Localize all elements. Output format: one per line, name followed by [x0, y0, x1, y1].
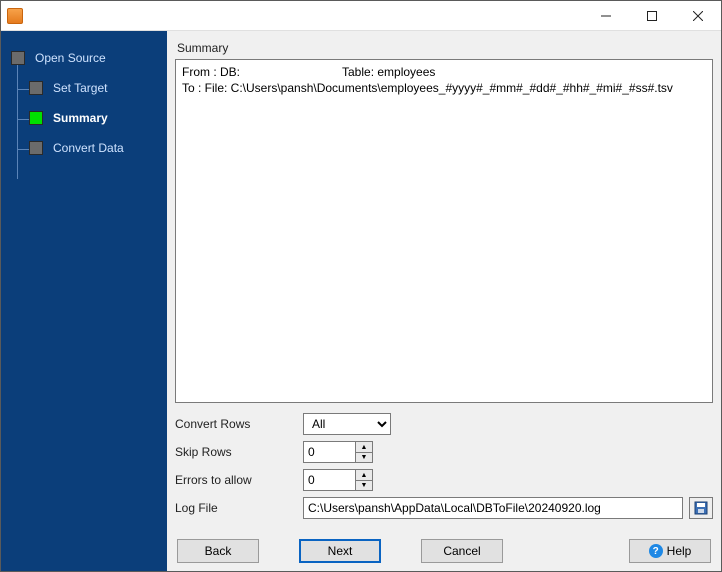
step-convert-data[interactable]: Convert Data	[1, 135, 167, 161]
help-icon: ?	[649, 544, 663, 558]
log-file-label: Log File	[175, 501, 293, 515]
maximize-button[interactable]	[629, 1, 675, 30]
convert-rows-label: Convert Rows	[175, 417, 293, 431]
app-icon	[7, 8, 23, 24]
skip-rows-spinner: ▲ ▼	[303, 441, 373, 463]
skip-rows-label: Skip Rows	[175, 445, 293, 459]
wizard-buttons: Back Next Cancel ? Help	[175, 535, 713, 565]
skip-rows-input[interactable]	[303, 441, 355, 463]
log-file-input[interactable]	[303, 497, 683, 519]
close-button[interactable]	[675, 1, 721, 30]
skip-rows-up[interactable]: ▲	[355, 441, 373, 452]
convert-rows-select[interactable]: All	[303, 413, 391, 435]
errors-up[interactable]: ▲	[355, 469, 373, 480]
step-node-icon	[29, 81, 43, 95]
wizard-sidebar: Open Source Set Target Summary Convert D…	[1, 31, 167, 571]
minimize-button[interactable]	[583, 1, 629, 30]
summary-to-line: To : File: C:\Users\pansh\Documents\empl…	[182, 80, 706, 96]
summary-from-db: From : DB:	[182, 64, 342, 80]
step-summary[interactable]: Summary	[1, 105, 167, 131]
content-panel: Summary From : DB: Table: employees To :…	[167, 31, 721, 571]
summary-textbox[interactable]: From : DB: Table: employees To : File: C…	[175, 59, 713, 403]
errors-down[interactable]: ▼	[355, 480, 373, 491]
summary-from-table: Table: employees	[342, 64, 435, 80]
back-button[interactable]: Back	[177, 539, 259, 563]
step-node-icon	[29, 111, 43, 125]
next-button[interactable]: Next	[299, 539, 381, 563]
step-node-icon	[29, 141, 43, 155]
errors-input[interactable]	[303, 469, 355, 491]
errors-label: Errors to allow	[175, 473, 293, 487]
step-set-target[interactable]: Set Target	[1, 75, 167, 101]
step-node-icon	[11, 51, 25, 65]
step-label: Set Target	[53, 81, 107, 95]
help-button[interactable]: ? Help	[629, 539, 711, 563]
step-open-source[interactable]: Open Source	[1, 45, 167, 71]
save-icon	[694, 501, 708, 515]
titlebar	[1, 1, 721, 31]
step-label: Convert Data	[53, 141, 124, 155]
summary-heading: Summary	[177, 41, 713, 55]
options-form: Convert Rows All Skip Rows ▲ ▼ Errors to…	[175, 413, 713, 519]
app-window: Open Source Set Target Summary Convert D…	[0, 0, 722, 572]
errors-spinner: ▲ ▼	[303, 469, 373, 491]
log-file-browse-button[interactable]	[689, 497, 713, 519]
skip-rows-down[interactable]: ▼	[355, 452, 373, 463]
step-label: Summary	[53, 111, 108, 125]
step-label: Open Source	[35, 51, 106, 65]
cancel-button[interactable]: Cancel	[421, 539, 503, 563]
window-controls	[583, 1, 721, 30]
